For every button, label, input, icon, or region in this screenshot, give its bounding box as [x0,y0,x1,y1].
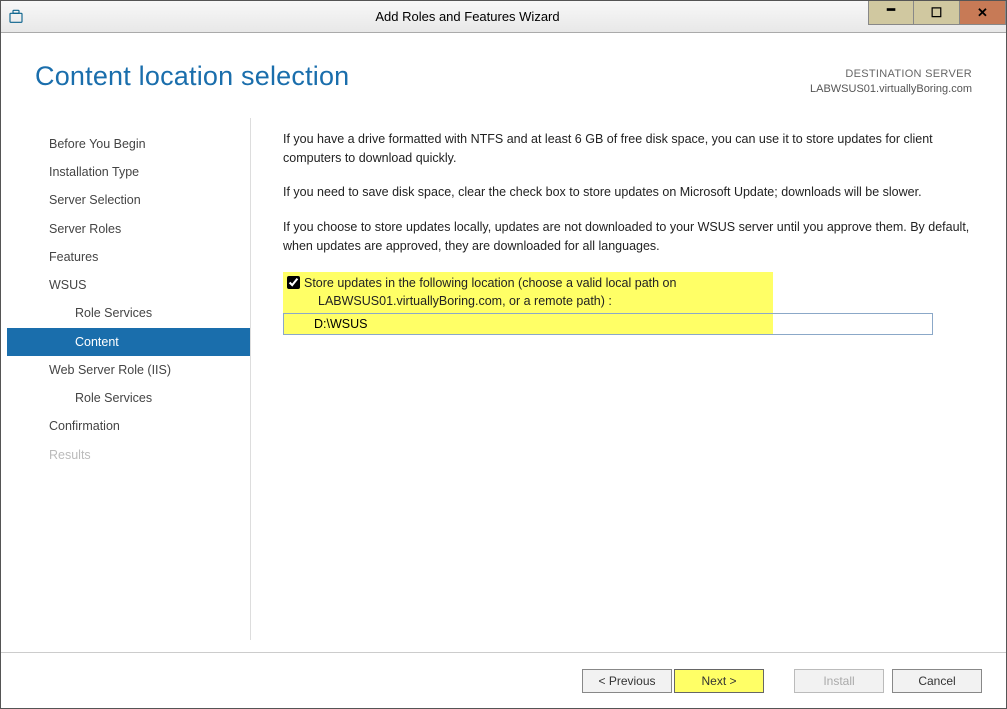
cancel-button[interactable]: Cancel [892,669,982,693]
footer: < Previous Next > Install Cancel [1,652,1006,708]
install-button: Install [794,669,884,693]
nav-confirmation[interactable]: Confirmation [7,412,250,440]
content-pane: If you have a drive formatted with NTFS … [251,118,1006,640]
store-label-line1: Store updates in the following location … [304,276,676,290]
destination-info: DESTINATION SERVER LABWSUS01.virtuallyBo… [810,61,972,98]
intro-para-3: If you choose to store updates locally, … [283,218,972,256]
intro-para-1: If you have a drive formatted with NTFS … [283,130,972,168]
body: Before You Begin Installation Type Serve… [1,106,1006,652]
store-updates-label: Store updates in the following location … [304,274,769,312]
store-label-line2: LABWSUS01.virtuallyBoring.com, or a remo… [304,292,612,311]
nav-web-role-services[interactable]: Role Services [7,384,250,412]
nav-server-selection[interactable]: Server Selection [7,186,250,214]
intro-para-2: If you need to save disk space, clear th… [283,183,972,202]
wizard-window: Add Roles and Features Wizard ━ ☐ ✕ Cont… [0,0,1007,709]
previous-button[interactable]: < Previous [582,669,672,693]
header: Content location selection DESTINATION S… [1,33,1006,106]
nav-installation-type[interactable]: Installation Type [7,158,250,186]
nav-web-server-role[interactable]: Web Server Role (IIS) [7,356,250,384]
nav-features[interactable]: Features [7,243,250,271]
app-icon [7,8,25,26]
maximize-button[interactable]: ☐ [914,1,960,25]
nav-results: Results [7,441,250,469]
store-updates-checkbox[interactable] [287,276,300,289]
window-title: Add Roles and Features Wizard [29,9,906,24]
next-button[interactable]: Next > [674,669,764,693]
nav-before-you-begin[interactable]: Before You Begin [7,130,250,158]
nav-wsus[interactable]: WSUS [7,271,250,299]
store-location-block: Store updates in the following location … [283,272,972,336]
close-button[interactable]: ✕ [960,1,1006,25]
nav-wsus-role-services[interactable]: Role Services [7,299,250,327]
path-input-row [283,313,933,335]
nav-server-roles[interactable]: Server Roles [7,215,250,243]
destination-label: DESTINATION SERVER [810,67,972,82]
minimize-button[interactable]: ━ [868,1,914,25]
nav-sidebar: Before You Begin Installation Type Serve… [7,118,251,640]
store-path-input[interactable] [283,313,933,335]
titlebar: Add Roles and Features Wizard ━ ☐ ✕ [1,1,1006,33]
destination-server: LABWSUS01.virtuallyBoring.com [810,82,972,97]
nav-wsus-content[interactable]: Content [7,328,250,356]
page-title: Content location selection [35,61,349,92]
